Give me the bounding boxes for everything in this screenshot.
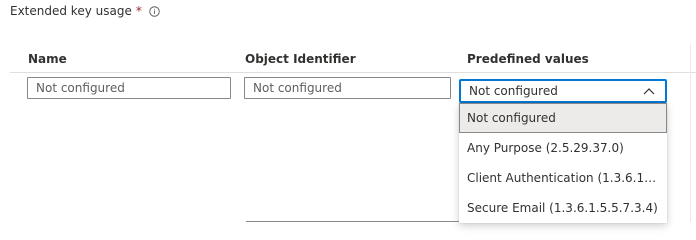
column-header-name: Name bbox=[28, 52, 67, 66]
column-header-predefined-values: Predefined values bbox=[467, 52, 589, 66]
name-input[interactable] bbox=[27, 77, 231, 99]
underlying-input-border bbox=[246, 221, 459, 222]
chevron-up-icon bbox=[643, 88, 655, 95]
extended-key-usage-label: Extended key usage * bbox=[10, 4, 160, 18]
dropdown-option-secure-email[interactable]: Secure Email (1.3.6.1.5.5.7.3.4) bbox=[459, 193, 667, 223]
header-divider bbox=[10, 72, 696, 73]
column-header-object-identifier: Object Identifier bbox=[245, 52, 356, 66]
section-title: Extended key usage bbox=[10, 4, 132, 18]
predefined-values-dropdown: Not configured Any Purpose (2.5.29.37.0)… bbox=[459, 103, 667, 223]
predefined-values-select[interactable]: Not configured bbox=[459, 79, 667, 103]
dropdown-option-any-purpose[interactable]: Any Purpose (2.5.29.37.0) bbox=[459, 133, 667, 163]
info-icon[interactable] bbox=[149, 5, 160, 17]
dropdown-option-client-authentication[interactable]: Client Authentication (1.3.6.1.5.5.7.3..… bbox=[459, 163, 667, 193]
object-identifier-input[interactable] bbox=[244, 77, 451, 99]
predefined-values-selected: Not configured bbox=[469, 84, 558, 98]
dropdown-option-not-configured[interactable]: Not configured bbox=[459, 103, 667, 133]
scrollbar-track[interactable] bbox=[690, 44, 691, 222]
required-marker: * bbox=[135, 4, 142, 18]
